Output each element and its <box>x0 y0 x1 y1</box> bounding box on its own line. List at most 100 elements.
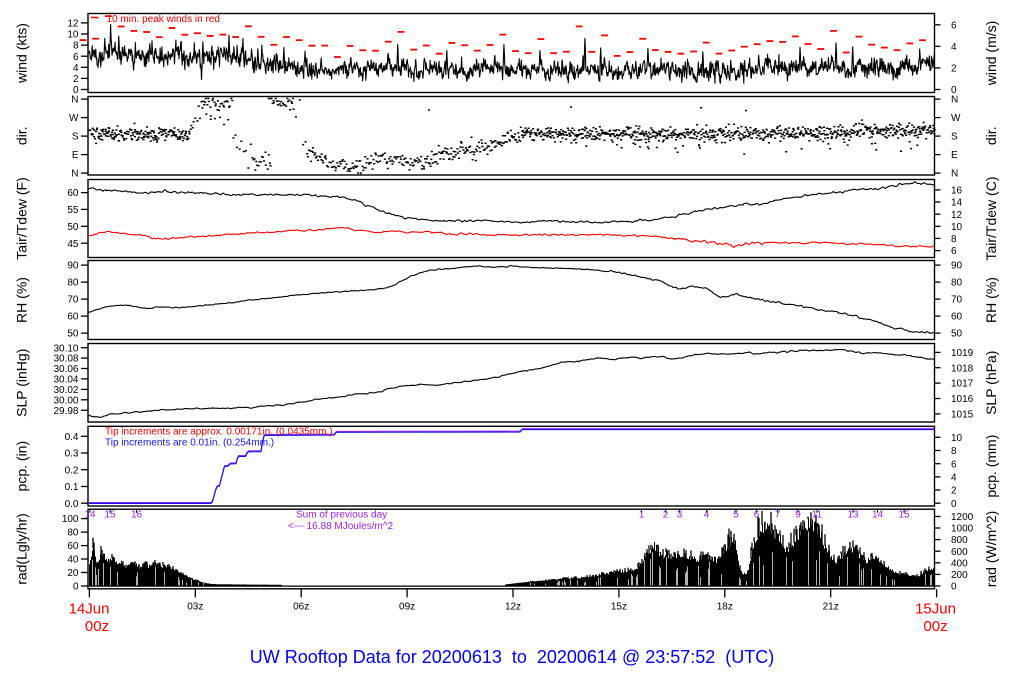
svg-text:1017: 1017 <box>951 379 974 390</box>
svg-text:4: 4 <box>73 63 79 74</box>
svg-text:4: 4 <box>951 473 957 484</box>
svg-text:0.2: 0.2 <box>65 465 79 476</box>
svg-text:60: 60 <box>951 312 963 323</box>
svg-text:30.04: 30.04 <box>53 375 78 386</box>
svg-text:12: 12 <box>951 210 963 221</box>
svg-text:RH (%): RH (%) <box>14 277 30 323</box>
svg-text:55: 55 <box>67 205 79 216</box>
svg-text:70: 70 <box>951 295 963 306</box>
svg-text:1200: 1200 <box>951 512 974 523</box>
svg-text:S: S <box>72 132 79 143</box>
svg-text:rad(Lgly/hr): rad(Lgly/hr) <box>14 513 30 585</box>
svg-text:3: 3 <box>677 510 683 521</box>
svg-text:90: 90 <box>67 261 79 272</box>
svg-text:Sum of previous day: Sum of previous day <box>296 510 387 521</box>
svg-text:40: 40 <box>67 555 79 566</box>
svg-text:6: 6 <box>951 459 957 470</box>
svg-text:E: E <box>72 150 79 161</box>
svg-text:10 min. peak winds in red: 10 min. peak winds in red <box>107 14 220 25</box>
svg-text:80: 80 <box>951 278 963 289</box>
svg-text:45: 45 <box>67 239 79 250</box>
svg-text:50: 50 <box>67 329 79 340</box>
svg-text:9: 9 <box>795 510 801 521</box>
svg-text:Tip increments are approx. 0.0: Tip increments are approx. 0.00171in. (0… <box>105 427 333 438</box>
svg-text:60: 60 <box>67 188 79 199</box>
svg-text:UW Rooftop Data for 20200613: UW Rooftop Data for 20200613 to 20200614… <box>250 647 775 667</box>
svg-text:29.98: 29.98 <box>53 406 78 417</box>
svg-text:1019: 1019 <box>951 348 974 359</box>
svg-text:10: 10 <box>951 222 963 233</box>
svg-text:14: 14 <box>951 198 963 209</box>
svg-text:14: 14 <box>84 510 96 521</box>
svg-text:N: N <box>951 95 958 106</box>
svg-text:13: 13 <box>847 510 859 521</box>
svg-text:Tip increments are 0.01in. (0.: Tip increments are 0.01in. (0.254mm.) <box>105 437 274 448</box>
svg-text:50: 50 <box>951 329 963 340</box>
svg-text:8: 8 <box>951 446 957 457</box>
svg-text:60: 60 <box>67 312 79 323</box>
svg-text:15: 15 <box>898 510 910 521</box>
svg-text:00z: 00z <box>923 618 947 635</box>
svg-text:S: S <box>951 132 958 143</box>
svg-text:100: 100 <box>62 514 79 525</box>
svg-text:21z: 21z <box>823 602 839 613</box>
svg-text:16: 16 <box>951 186 963 197</box>
svg-text:0: 0 <box>951 499 957 510</box>
svg-text:2: 2 <box>663 510 669 521</box>
svg-text:30.10: 30.10 <box>53 343 78 354</box>
svg-text:00z: 00z <box>85 618 109 635</box>
svg-text:400: 400 <box>951 558 968 569</box>
svg-text:Tair/Tdew (F): Tair/Tdew (F) <box>14 177 30 259</box>
svg-text:0: 0 <box>951 582 957 593</box>
svg-text:4: 4 <box>704 510 710 521</box>
svg-text:30.08: 30.08 <box>53 354 78 365</box>
svg-text:<--- 16.88 MJoules/m^2: <--- 16.88 MJoules/m^2 <box>288 521 393 532</box>
svg-text:30.06: 30.06 <box>53 364 78 375</box>
svg-text:60: 60 <box>67 541 79 552</box>
svg-text:8: 8 <box>951 234 957 245</box>
svg-text:RH (%): RH (%) <box>983 277 999 323</box>
svg-text:2: 2 <box>951 64 957 75</box>
svg-text:10: 10 <box>951 433 963 444</box>
svg-text:80: 80 <box>67 278 79 289</box>
svg-text:1018: 1018 <box>951 363 974 374</box>
svg-text:6: 6 <box>73 52 79 63</box>
svg-text:SLP (inHg): SLP (inHg) <box>14 349 30 417</box>
svg-text:rad (W/m^2): rad (W/m^2) <box>983 511 999 588</box>
svg-text:90: 90 <box>951 261 963 272</box>
svg-text:wind (kts): wind (kts) <box>14 23 30 84</box>
svg-text:30.00: 30.00 <box>53 395 78 406</box>
svg-text:SLP (hPa): SLP (hPa) <box>983 351 999 415</box>
svg-text:11: 11 <box>812 510 823 521</box>
svg-text:wind (m/s): wind (m/s) <box>983 21 999 87</box>
svg-text:0: 0 <box>73 582 79 593</box>
svg-text:4: 4 <box>951 42 957 53</box>
svg-text:80: 80 <box>67 528 79 539</box>
svg-text:N: N <box>71 169 78 180</box>
svg-text:12z: 12z <box>505 602 521 613</box>
svg-text:dir.: dir. <box>983 126 999 145</box>
svg-text:1000: 1000 <box>951 524 974 535</box>
svg-text:Tair/Tdew (C): Tair/Tdew (C) <box>983 176 999 260</box>
svg-text:W: W <box>951 113 961 124</box>
svg-text:800: 800 <box>951 535 968 546</box>
svg-text:14: 14 <box>872 510 884 521</box>
svg-text:06z: 06z <box>293 602 309 613</box>
svg-text:15z: 15z <box>611 602 627 613</box>
svg-text:14Jun: 14Jun <box>69 601 110 618</box>
svg-text:8: 8 <box>73 41 79 52</box>
svg-text:15: 15 <box>104 510 116 521</box>
svg-text:1: 1 <box>639 510 645 521</box>
svg-text:2: 2 <box>951 486 957 497</box>
svg-text:6: 6 <box>754 510 760 521</box>
svg-text:pcp. (in): pcp. (in) <box>14 441 30 492</box>
svg-text:50: 50 <box>67 222 79 233</box>
svg-text:0.1: 0.1 <box>65 482 79 493</box>
svg-text:6: 6 <box>951 246 957 257</box>
svg-text:N: N <box>951 169 958 180</box>
svg-text:1015: 1015 <box>951 410 974 421</box>
svg-text:pcp. (mm): pcp. (mm) <box>983 435 999 498</box>
svg-text:18z: 18z <box>717 602 733 613</box>
svg-text:12: 12 <box>67 19 79 30</box>
svg-text:15Jun: 15Jun <box>915 601 956 618</box>
